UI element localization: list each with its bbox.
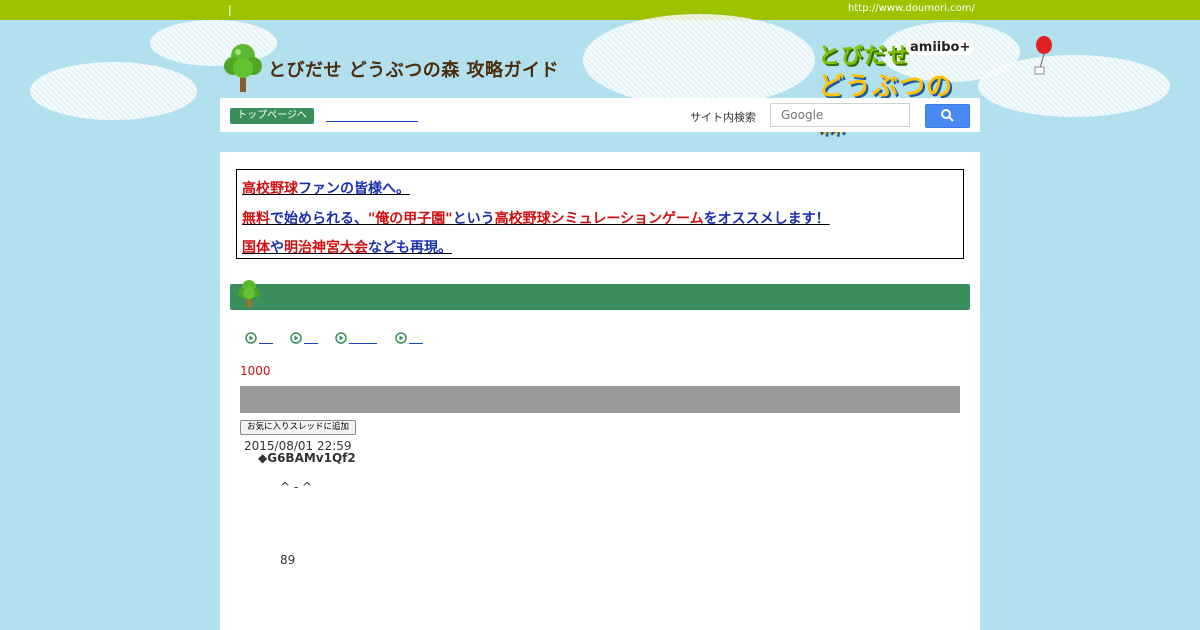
ad-line-2[interactable]: 無料で始められる、"俺の甲子園"という高校野球シミュレーションゲームをオススメし…: [242, 208, 830, 228]
link-underline: [259, 343, 273, 344]
play-circle-icon: [395, 332, 407, 344]
play-circle-icon: [335, 332, 347, 344]
nav-bar: トップページへ サイト内検索: [220, 98, 980, 132]
ad-text: をオススメします！: [703, 211, 830, 227]
top-bar: | http://www.doumori.com/: [0, 0, 1200, 20]
post-trip: ◆G6BAMv1Qf2: [258, 451, 356, 465]
ad-text: 高校野球シミュレーションゲーム: [494, 211, 704, 227]
post-body-text: ^ - ^: [280, 480, 313, 494]
nav-link-item[interactable]: [245, 332, 275, 346]
link-underline: [409, 343, 423, 344]
amiibo-badge: amiibo+: [906, 40, 975, 55]
thread-title-bar: [240, 386, 960, 413]
ad-box[interactable]: 高校野球ファンの皆様へ。 無料で始められる、"俺の甲子園"という高校野球シミュレ…: [236, 169, 964, 259]
search-input[interactable]: [770, 103, 910, 127]
ad-text: なども再現。: [368, 240, 452, 256]
ad-text: 明治神宮大会: [284, 240, 368, 256]
ad-text: 国体: [242, 240, 270, 256]
post-count: 1000: [240, 364, 271, 378]
top-page-button[interactable]: トップページへ: [230, 108, 314, 124]
add-favorite-button[interactable]: お気に入りスレッドに追加: [240, 420, 356, 435]
search-label: サイト内検索: [690, 111, 756, 124]
cloud-decoration: [30, 62, 197, 120]
section-header-bar: [230, 280, 970, 310]
ad-line-3[interactable]: 国体や明治神宮大会なども再現。: [242, 237, 452, 257]
ad-text: 無料: [242, 211, 270, 227]
play-circle-icon: [290, 332, 302, 344]
cloud-decoration: [583, 14, 815, 106]
ad-text: 高校野球: [242, 181, 298, 197]
ad-text: "俺の甲子園": [368, 211, 453, 227]
top-bar-separator: |: [228, 3, 232, 16]
search-button[interactable]: [925, 104, 970, 128]
site-title: とびだせ どうぶつの森 攻略ガイド: [268, 60, 560, 81]
tree-icon: [224, 44, 262, 92]
nav-link-item[interactable]: [335, 332, 380, 346]
tree-icon: [238, 280, 260, 307]
ad-text: という: [452, 211, 495, 227]
game-logo: とびだせ amiibo+ どうぶつの森: [818, 38, 975, 139]
nav-link-item[interactable]: [290, 332, 320, 346]
link-underline: [304, 343, 318, 344]
post-body-text: 89: [280, 553, 296, 567]
ad-text: ファンの皆様へ。: [298, 181, 410, 197]
play-circle-icon: [245, 332, 257, 344]
nav-link-item[interactable]: [395, 332, 425, 346]
search-icon: [941, 109, 954, 122]
main-content: 高校野球ファンの皆様へ。 無料で始められる、"俺の甲子園"という高校野球シミュレ…: [220, 152, 980, 630]
ad-text: や: [270, 240, 284, 256]
ad-text: で始められる、: [270, 211, 368, 227]
site-url-link[interactable]: http://www.doumori.com/: [848, 3, 975, 14]
ad-line-1[interactable]: 高校野球ファンの皆様へ。: [242, 178, 410, 198]
link-underline: [349, 343, 377, 344]
balloon-icon: [1034, 36, 1052, 75]
nav-link[interactable]: [326, 106, 418, 122]
